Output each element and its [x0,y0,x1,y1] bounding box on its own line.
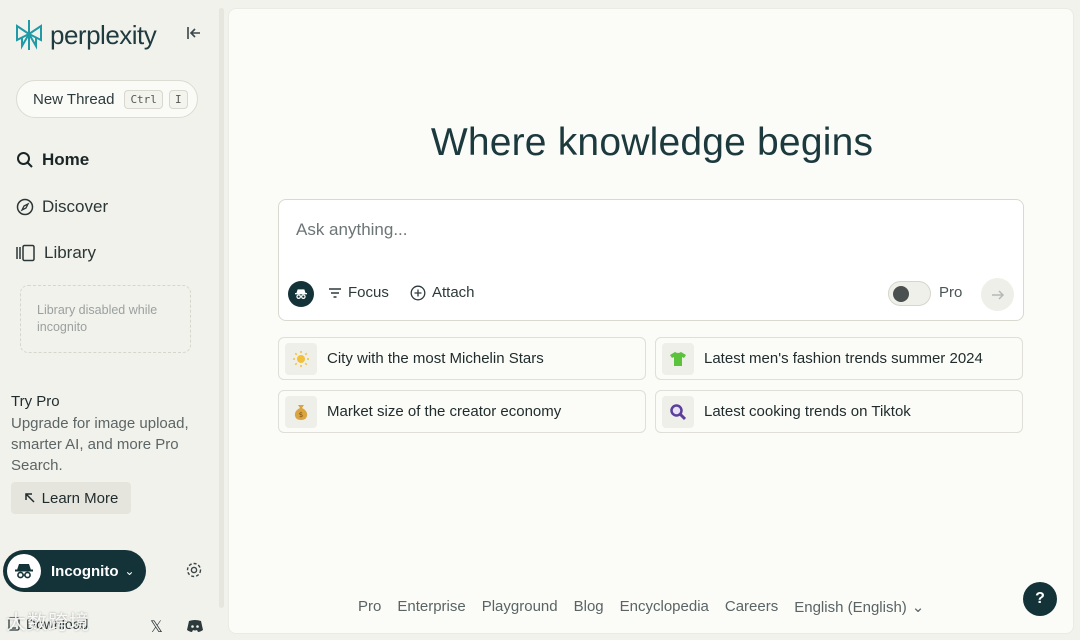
search-box: Focus Attach Pro [278,199,1024,321]
incognito-button[interactable]: Incognito ⌄ [3,550,146,592]
watermark: 大数跨境 [6,612,90,634]
perplexity-logo-icon [16,20,42,50]
shortcut-key-i: I [168,89,188,109]
language-label: English (English) [794,598,907,616]
attach-button[interactable]: Attach [410,284,475,301]
incognito-mode-icon[interactable] [288,281,314,307]
footer-link-playground[interactable]: Playground [482,598,558,616]
chevron-down-icon: ⌄ [911,599,925,616]
incognito-avatar-icon [7,554,41,588]
chevron-down-icon: ⌄ [124,564,135,578]
incognito-label: Incognito [51,562,119,580]
try-pro-title: Try Pro [11,393,60,410]
shortcut-key-ctrl: Ctrl [124,89,163,109]
sidebar-item-library[interactable]: Library [16,243,96,263]
library-icon [16,244,35,262]
sidebar-item-label: Home [42,150,90,169]
try-pro-section: Try Pro Upgrade for image upload, smarte… [11,393,211,476]
new-thread-button[interactable]: New Thread Ctrl I [16,80,198,118]
search-input[interactable] [296,220,896,240]
svg-text:$: $ [299,411,303,419]
suggestion-label: Market size of the creator economy [327,403,562,420]
main-panel: Where knowledge begins Focus Attach Pro … [228,8,1074,634]
sidebar-item-home[interactable]: Home [16,150,89,170]
filter-icon [329,287,341,298]
shirt-icon [662,342,694,375]
page-title: Where knowledge begins [430,121,874,164]
attach-label: Attach [432,284,475,301]
language-selector[interactable]: English (English) ⌄ [794,598,925,617]
discord-icon[interactable] [186,619,204,638]
arrow-up-left-icon [24,493,35,503]
new-thread-label: New Thread [33,90,115,108]
sidebar-scrollbar[interactable] [219,8,224,608]
suggestion-label: City with the most Michelin Stars [327,350,544,367]
compass-icon [16,198,34,216]
x-twitter-icon[interactable]: 𝕏 [150,617,163,637]
help-button[interactable]: ? [1023,582,1057,616]
magnifier-icon [662,395,694,428]
suggestion-card[interactable]: Latest cooking trends on Tiktok [655,390,1023,433]
collapse-sidebar-icon[interactable] [186,26,202,45]
sidebar-item-label: Discover [42,197,109,216]
suggestion-label: Latest cooking trends on Tiktok [704,403,911,420]
brand-logo[interactable]: perplexity [14,18,157,52]
library-disabled-notice: Library disabled while incognito [20,285,191,353]
focus-button[interactable]: Focus [328,284,389,301]
brand-name: perplexity [50,19,157,50]
suggestion-card[interactable]: $ Market size of the creator economy [278,390,646,433]
learn-more-button[interactable]: Learn More [11,482,131,514]
sun-icon [285,342,317,375]
sidebar-item-discover[interactable]: Discover [16,197,108,217]
footer-link-enterprise[interactable]: Enterprise [397,598,465,616]
search-icon [17,152,33,168]
plus-circle-icon [410,285,426,300]
pro-toggle[interactable] [888,281,931,306]
footer-link-careers[interactable]: Careers [725,598,778,616]
focus-label: Focus [348,284,389,301]
arrow-right-icon [991,289,1004,300]
sidebar-item-label: Library [44,243,96,262]
suggestion-card[interactable]: Latest men's fashion trends summer 2024 [655,337,1023,380]
footer-link-blog[interactable]: Blog [574,598,604,616]
try-pro-description: Upgrade for image upload, smarter AI, an… [11,415,189,474]
learn-more-label: Learn More [41,489,119,507]
footer-links: Pro Enterprise Playground Blog Encyclope… [358,598,924,616]
suggestion-label: Latest men's fashion trends summer 2024 [704,350,983,367]
pro-label: Pro [939,284,963,301]
gear-icon[interactable] [185,561,205,581]
toggle-knob [893,286,909,302]
suggestion-card[interactable]: City with the most Michelin Stars [278,337,646,380]
footer-link-pro[interactable]: Pro [358,598,381,616]
footer-link-encyclopedia[interactable]: Encyclopedia [620,598,709,616]
money-bag-icon: $ [285,395,317,428]
submit-button[interactable] [981,278,1014,311]
sidebar: perplexity New Thread Ctrl I Home Discov… [0,0,218,640]
